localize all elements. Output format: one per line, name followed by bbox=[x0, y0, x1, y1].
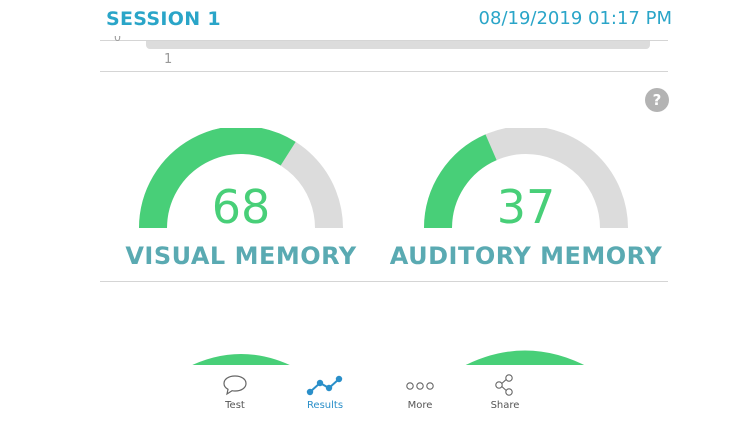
bottom-tab-bar: Test Results More Share bbox=[0, 365, 750, 422]
more-dots-icon bbox=[406, 382, 434, 390]
line-chart-icon bbox=[306, 375, 343, 396]
session-title: SESSION 1 bbox=[106, 8, 221, 30]
session-header: SESSION 1 08/19/2019 01:17 PM bbox=[0, 0, 750, 40]
section-divider-top bbox=[100, 71, 668, 72]
share-icon bbox=[495, 374, 513, 396]
auditory-memory-label: AUDITORY MEMORY bbox=[389, 242, 663, 270]
tab-test[interactable]: Test bbox=[195, 365, 275, 422]
tab-more[interactable]: More bbox=[380, 365, 460, 422]
tab-more-label: More bbox=[407, 400, 433, 411]
section-divider-bottom bbox=[100, 281, 668, 282]
mini-chart-tick-label: 1 bbox=[164, 52, 173, 67]
visual-memory-label: VISUAL MEMORY bbox=[125, 242, 357, 270]
session-datetime: 08/19/2019 01:17 PM bbox=[478, 8, 672, 29]
visual-memory-score: 68 bbox=[211, 180, 271, 234]
auditory-memory-gauge: 37 AUDITORY MEMORY bbox=[390, 128, 662, 278]
tab-test-label: Test bbox=[225, 400, 245, 411]
mini-chart-bar bbox=[146, 41, 650, 49]
tab-results-label: Results bbox=[306, 400, 344, 411]
mini-chart-zero-label: 0 bbox=[114, 36, 121, 44]
tab-results[interactable]: Results bbox=[285, 365, 365, 422]
auditory-memory-score: 37 bbox=[496, 180, 556, 234]
speech-bubble-icon bbox=[223, 375, 247, 396]
visual-memory-gauge: 68 VISUAL MEMORY bbox=[125, 128, 356, 278]
tab-share-label: Share bbox=[490, 400, 520, 411]
question-circle-icon[interactable]: ? bbox=[645, 88, 669, 112]
tab-share[interactable]: Share bbox=[465, 365, 545, 422]
